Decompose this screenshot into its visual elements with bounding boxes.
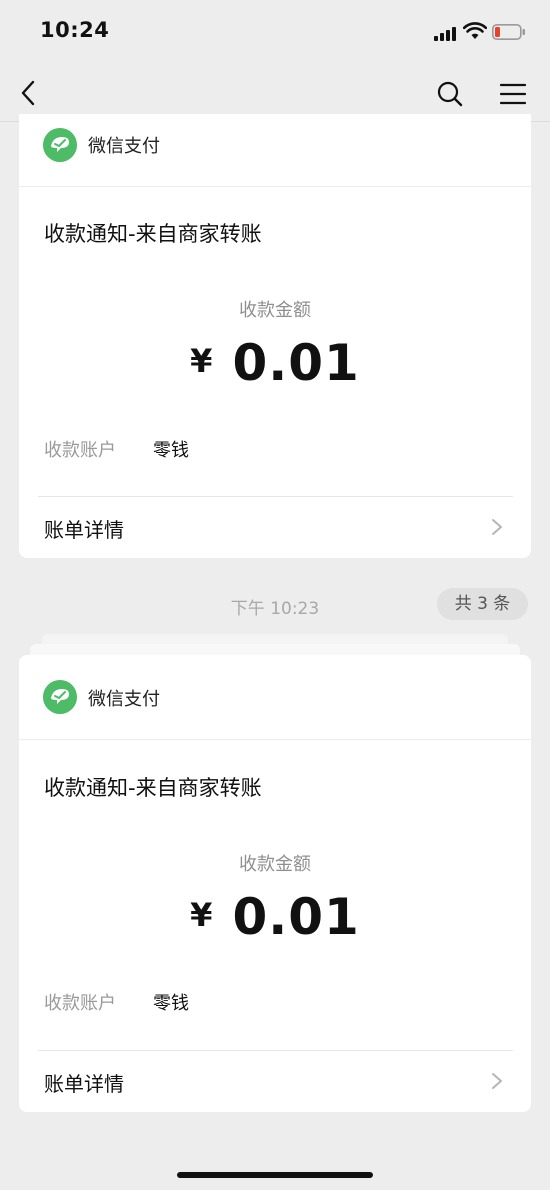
bill-detail-label: 账单详情	[44, 1072, 124, 1096]
cellular-signal-icon	[434, 25, 460, 41]
search-icon[interactable]	[435, 79, 465, 109]
account-value: 零钱	[153, 993, 189, 1014]
chat-screen: 10:24 微信支付 收款通知-来自商家转账 收款金额 ¥ 0.01 收款账户 …	[0, 0, 550, 1190]
amount-value: 0.01	[232, 334, 360, 392]
amount: ¥0.01	[19, 888, 531, 946]
chevron-right-icon	[492, 519, 502, 535]
card-header: 微信支付	[19, 114, 531, 187]
chevron-right-icon	[492, 1073, 502, 1089]
back-button[interactable]	[14, 78, 44, 108]
amount-value: 0.01	[232, 888, 360, 946]
wechat-pay-logo-icon	[43, 680, 77, 714]
account-label: 收款账户	[44, 440, 116, 461]
home-indicator[interactable]	[177, 1172, 373, 1178]
bill-detail-link[interactable]: 账单详情	[19, 1051, 531, 1111]
message-count-badge[interactable]: 共 3 条	[437, 588, 528, 620]
wechat-pay-logo-icon	[43, 128, 77, 162]
currency-symbol: ¥	[190, 342, 213, 380]
menu-icon[interactable]	[498, 79, 528, 109]
amount: ¥0.01	[19, 334, 531, 392]
account-value: 零钱	[153, 440, 189, 461]
battery-low-icon	[492, 24, 525, 40]
amount-label: 收款金额	[239, 300, 311, 321]
app-name: 微信支付	[88, 689, 160, 710]
currency-symbol: ¥	[190, 896, 213, 934]
card-header: 微信支付	[19, 655, 531, 740]
wifi-icon	[463, 22, 487, 39]
payment-notice-card[interactable]: 微信支付 收款通知-来自商家转账 收款金额 ¥0.01 收款账户 零钱 账单详情	[19, 655, 531, 1112]
app-name: 微信支付	[88, 136, 160, 157]
account-label: 收款账户	[44, 993, 116, 1014]
notice-title: 收款通知-来自商家转账	[44, 222, 262, 246]
bill-detail-label: 账单详情	[44, 518, 124, 542]
payment-notice-card[interactable]: 微信支付 收款通知-来自商家转账 收款金额 ¥0.01 收款账户 零钱 账单详情	[19, 114, 531, 558]
amount-label: 收款金额	[239, 854, 311, 875]
status-bar: 10:24	[0, 0, 550, 64]
notice-title: 收款通知-来自商家转账	[44, 776, 262, 800]
bill-detail-link[interactable]: 账单详情	[19, 497, 531, 557]
status-time: 10:24	[40, 18, 110, 42]
